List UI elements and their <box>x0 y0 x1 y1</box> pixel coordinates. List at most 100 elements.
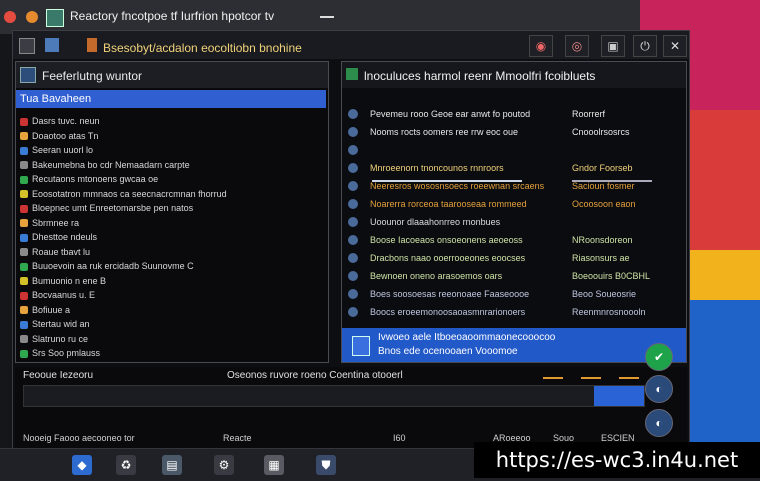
diamond-icon[interactable]: ◆ <box>72 455 92 475</box>
row-name: Uoounor dlaaahonrreo rnonbues <box>370 217 501 227</box>
status-area: Feooue Iezeoru Oseonos ruvore roeno Coen… <box>15 343 687 449</box>
progress-bar <box>23 385 645 407</box>
row-icon <box>348 199 358 209</box>
minimize-dot-button[interactable] <box>26 11 38 23</box>
folder-icon[interactable] <box>45 38 59 52</box>
row-value: Roorrerf <box>572 109 606 119</box>
row-value: Ocoosoon eaon <box>572 199 636 209</box>
list-item[interactable]: Bakeumebna bo cdr Nemaadarn carpte <box>20 158 320 173</box>
row-name: Boose Iacoeaos onsoeonens aeoeoss <box>370 235 523 245</box>
list-item-icon <box>20 190 28 199</box>
drive-icon[interactable]: ▤ <box>162 455 182 475</box>
list-item[interactable]: Doaotoo atas Tn <box>20 129 320 144</box>
progress-fill <box>24 386 595 406</box>
status-label: Feooue Iezeoru <box>23 370 94 381</box>
row-icon <box>348 127 358 137</box>
table-row[interactable]: Boose Iacoeaos onsoeonens aeoeoss NRoonsd… <box>346 232 682 250</box>
list-item[interactable]: Buuoevoin aa ruk ercidadb Suunovme C <box>20 259 320 274</box>
table-row[interactable]: Bewnoen oneno arasoemos oars Boeoouirs B0… <box>346 268 682 286</box>
status-message: Oseonos ruvore roeno Coentina otooerl <box>227 370 403 381</box>
list-item-icon <box>20 117 28 126</box>
list-item[interactable]: Bumuonio n ene B <box>20 274 320 289</box>
toolbar-header: Bsesobyt/acdalon eocoltiobn bnohine <box>103 41 302 55</box>
list-item[interactable]: Seeran uuorl lo <box>20 143 320 158</box>
list-item[interactable]: Eoosotatron mmnaos ca seecnacrcmnan fhor… <box>20 187 320 202</box>
row-value: Reenmnrosnoooln <box>572 307 646 317</box>
list-item-icon <box>20 175 28 184</box>
watermark-url: https://es-wc3.in4u.net <box>474 442 760 478</box>
list-item[interactable]: Sbrmnee ra <box>20 216 320 231</box>
selected-row-line-2: Bnos ede ocenooaen Vooomoe <box>378 346 518 357</box>
table-row[interactable]: Boocs eroeemonoosaoasmnrarionoers Reenmnr… <box>346 304 682 322</box>
list-item[interactable]: Dasrs tuvc. neun <box>20 114 320 129</box>
list-item[interactable]: Dhesttoe ndeuls <box>20 230 320 245</box>
table-row[interactable]: Mnroeenorn tnoncounos rnnroors Gndor Foor… <box>346 160 682 178</box>
target-icon[interactable]: ◎ <box>565 35 589 57</box>
list-item-label: Srs Soo pmlauss <box>32 348 101 358</box>
toolbar: Bsesobyt/acdalon eocoltiobn bnohine ◉ ◎ … <box>13 31 689 59</box>
file-icon[interactable] <box>19 38 35 54</box>
row-value: Beoo Soueosrie <box>572 289 637 299</box>
table-row[interactable]: Nooms rocts oomers ree rrw eoc oue Cnoool… <box>346 124 682 142</box>
separator-line <box>572 180 652 182</box>
separator-line <box>372 180 522 182</box>
list-item-label: Doaotoo atas Tn <box>32 130 99 141</box>
list-item[interactable]: Bloepnec umt Enreetomarsbe pen natos <box>20 201 320 216</box>
left-panel-title: Feeferlutng wuntor <box>42 69 143 83</box>
list-item[interactable]: Bocvaanus u. E <box>20 288 320 303</box>
main-window: Bsesobyt/acdalon eocoltiobn bnohine ◉ ◎ … <box>12 30 690 452</box>
info-button[interactable]: ◐ <box>645 375 673 403</box>
table-row[interactable]: Boes soosoesas reeonoaee Faaseoooe Beoo S… <box>346 286 682 304</box>
recycle-icon[interactable]: ♻ <box>116 455 136 475</box>
list-item-label: Bakeumebna bo cdr Nemaadarn carpte <box>32 159 190 170</box>
list-item-label: Bloepnec umt Enreetomarsbe pen natos <box>32 203 194 213</box>
row-icon <box>348 253 358 263</box>
selected-item-label: Tua Bavaheen <box>20 93 92 105</box>
close-button[interactable] <box>4 11 16 23</box>
list-item-label: Slatruno ru ce <box>32 333 89 344</box>
table-row[interactable]: Dracbons naao ooerrooeones eoocses Riason… <box>346 250 682 268</box>
table-row[interactable]: Uoounor dlaaahonrreo rnonbues <box>346 214 682 232</box>
row-icon <box>348 163 358 173</box>
settings-button[interactable]: ◐ <box>645 409 673 437</box>
list-item-icon <box>20 132 28 141</box>
confirm-button[interactable]: ✔ <box>645 343 673 371</box>
list-item[interactable]: Stertau wid an <box>20 317 320 332</box>
document-icon[interactable]: ▦ <box>264 455 284 475</box>
table-row[interactable]: Noarerra rorceoa taarooseaa rommeed Ocoos… <box>346 196 682 214</box>
row-value: NRoonsdoreon <box>572 235 633 245</box>
list-item[interactable]: Recutaons mtonoens gwcaa oe <box>20 172 320 187</box>
row-value: Riasonsurs ae <box>572 253 630 263</box>
selected-row[interactable]: Ivwoeo aele Itboeoaoommaonecooocoo Bnos … <box>342 328 686 362</box>
list-item[interactable]: Roaue tbavt lu <box>20 245 320 260</box>
left-panel: Feeferlutng wuntor Tua Bavaheen Dasrs tu… <box>15 61 329 363</box>
settings-icon[interactable]: ⚙ <box>214 455 234 475</box>
row-name: Nooms rocts oomers ree rrw eoc oue <box>370 127 519 137</box>
row-name: Boes soosoesas reeonoaee Faaseoooe <box>370 289 530 299</box>
power-icon[interactable]: ⏻ <box>633 35 657 57</box>
list-item-icon <box>20 349 28 358</box>
left-panel-header: Feeferlutng wuntor <box>16 62 328 88</box>
list-item[interactable]: Slatruno ru ce <box>20 332 320 347</box>
camera-icon[interactable]: ▣ <box>601 35 625 57</box>
bottom-text: I60 <box>393 433 406 443</box>
list-item-label: Dhesttoe ndeuls <box>32 232 98 242</box>
list-item-icon <box>20 161 28 170</box>
table-row[interactable]: Pevemeu rooo Geoe ear anwt fo poutod Roor… <box>346 106 682 124</box>
list-item[interactable]: Srs Soo pmlauss <box>20 346 320 361</box>
row-icon <box>348 181 358 191</box>
bookmark-icon[interactable] <box>87 38 97 52</box>
table-row[interactable] <box>346 142 682 160</box>
row-icon <box>348 307 358 317</box>
selected-list-item[interactable]: Tua Bavaheen <box>16 90 326 108</box>
record-icon[interactable]: ◉ <box>529 35 553 57</box>
list-item-icon <box>20 219 28 228</box>
bottom-text: Reacte <box>223 433 252 443</box>
minimize-icon[interactable] <box>320 16 334 18</box>
list-item-icon <box>20 146 28 155</box>
list-item[interactable]: Bofiuue a <box>20 303 320 318</box>
close-panel-icon[interactable]: ✕ <box>663 35 687 57</box>
shield-icon[interactable]: ⛊ <box>316 455 336 475</box>
bottom-text: Nooeig Faooo aecooneo tor <box>23 433 135 443</box>
selected-row-line-1: Ivwoeo aele Itboeoaoommaonecooocoo <box>378 332 556 343</box>
